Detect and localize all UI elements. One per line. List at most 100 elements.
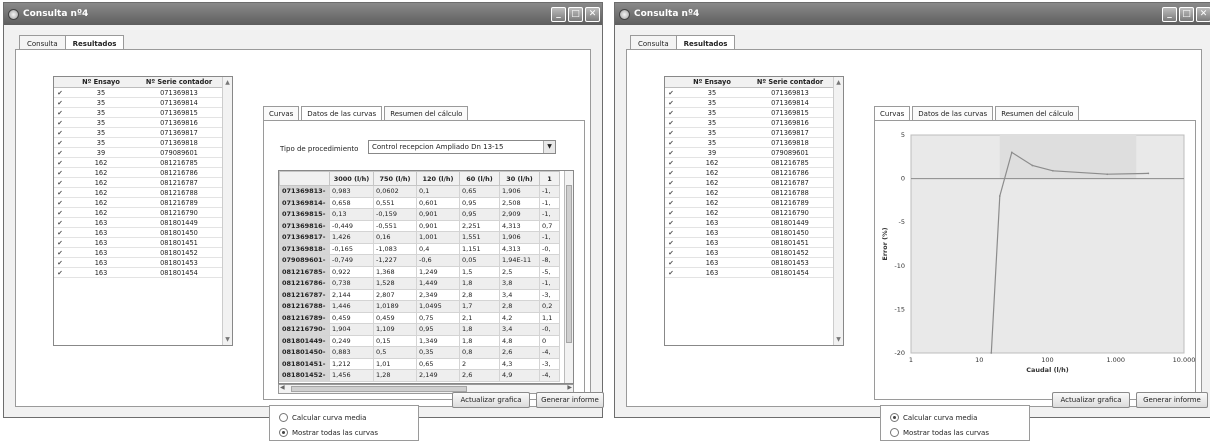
check-icon[interactable]: ✔ bbox=[54, 248, 66, 257]
minimize-button[interactable]: _ bbox=[1162, 6, 1177, 22]
check-icon[interactable]: ✔ bbox=[665, 178, 677, 187]
radio-mostrar[interactable] bbox=[279, 428, 288, 437]
check-icon[interactable]: ✔ bbox=[665, 88, 677, 97]
list-item[interactable]: ✔ 35 071369814 bbox=[665, 98, 843, 108]
list-item[interactable]: ✔ 162 081216790 bbox=[665, 208, 843, 218]
table-row[interactable]: 071369818- -0,165 -1,083 0,4 1,151 4,313 -0, bbox=[279, 242, 560, 255]
list-item[interactable]: ✔ 162 081216786 bbox=[665, 168, 843, 178]
table-row[interactable]: 081216785- 0,922 1,368 1,249 1,5 2,5 -5, bbox=[279, 265, 560, 278]
meter-list[interactable]: Nº Ensayo Nº Serie contador ✔ 35 071369813… bbox=[53, 76, 233, 346]
table-row[interactable]: 081801450- 0,883 0,5 0,35 0,8 2,6 -4, bbox=[279, 346, 560, 359]
column-header[interactable]: 1 bbox=[539, 171, 560, 186]
list-item[interactable]: ✔ 35 071369816 bbox=[665, 118, 843, 128]
scroll-left-icon[interactable]: ◀ bbox=[280, 384, 285, 391]
actualizar-grafica-button[interactable]: Actualizar grafica bbox=[452, 392, 530, 408]
table-row[interactable]: 071369815- 0,13 -0,159 0,901 0,95 2,909 -1, bbox=[279, 208, 560, 221]
check-icon[interactable]: ✔ bbox=[665, 198, 677, 207]
table-row[interactable]: 079089601- -0,749 -1,227 -0,6 0,05 1,94E-11 -8… bbox=[279, 254, 560, 267]
check-icon[interactable]: ✔ bbox=[665, 258, 677, 267]
check-icon[interactable]: ✔ bbox=[54, 198, 66, 207]
check-icon[interactable]: ✔ bbox=[54, 148, 66, 157]
check-icon[interactable]: ✔ bbox=[665, 98, 677, 107]
list-item[interactable]: ✔ 163 081801451 bbox=[665, 238, 843, 248]
list-item[interactable]: ✔ 35 071369813 bbox=[665, 88, 843, 98]
list-item[interactable]: ✔ 163 081801450 bbox=[665, 228, 843, 238]
procedure-select[interactable]: Control recepcion Ampliado Dn 13-15 ▼ bbox=[368, 140, 556, 154]
generar-informe-button[interactable]: Generar informe bbox=[536, 392, 604, 408]
list-item[interactable]: ✔ 163 081801451 bbox=[54, 238, 232, 248]
list-item[interactable]: ✔ 35 071369813 bbox=[54, 88, 232, 98]
table-row[interactable]: 071369814- 0,658 0,551 0,601 0,95 2,508 -1, bbox=[279, 196, 560, 209]
header-ensayo[interactable]: Nº Ensayo bbox=[66, 77, 136, 87]
check-icon[interactable]: ✔ bbox=[54, 128, 66, 137]
check-icon[interactable]: ✔ bbox=[54, 228, 66, 237]
table-row[interactable]: 071369816- -0,449 -0,551 0,901 2,251 4,313 0,7 bbox=[279, 219, 560, 232]
check-icon[interactable]: ✔ bbox=[54, 168, 66, 177]
check-icon[interactable]: ✔ bbox=[54, 218, 66, 227]
chevron-down-icon[interactable]: ▼ bbox=[543, 141, 555, 153]
list-item[interactable]: ✔ 162 081216785 bbox=[665, 158, 843, 168]
list-item[interactable]: ✔ 162 081216789 bbox=[54, 198, 232, 208]
check-icon[interactable]: ✔ bbox=[54, 268, 66, 277]
list-item[interactable]: ✔ 163 081801452 bbox=[54, 248, 232, 258]
check-icon[interactable]: ✔ bbox=[54, 258, 66, 267]
check-icon[interactable]: ✔ bbox=[665, 128, 677, 137]
list-item[interactable]: ✔ 163 081801453 bbox=[54, 258, 232, 268]
list-item[interactable]: ✔ 162 081216787 bbox=[665, 178, 843, 188]
header-serie[interactable]: Nº Serie contador bbox=[136, 77, 222, 87]
list-item[interactable]: ✔ 35 071369814 bbox=[54, 98, 232, 108]
list-item[interactable]: ✔ 163 081801453 bbox=[665, 258, 843, 268]
check-icon[interactable]: ✔ bbox=[54, 208, 66, 217]
column-header[interactable] bbox=[279, 171, 330, 186]
radio-mostrar[interactable] bbox=[890, 428, 899, 437]
check-icon[interactable]: ✔ bbox=[665, 228, 677, 237]
maximize-button[interactable]: □ bbox=[568, 6, 583, 22]
check-icon[interactable]: ✔ bbox=[665, 268, 677, 277]
table-row[interactable]: 081216789- 0,459 0,459 0,75 2,1 4,2 1,1 bbox=[279, 311, 560, 324]
list-item[interactable]: ✔ 35 071369818 bbox=[665, 138, 843, 148]
check-icon[interactable]: ✔ bbox=[54, 158, 66, 167]
column-header[interactable]: 750 (l/h) bbox=[373, 171, 417, 186]
list-item[interactable]: ✔ 162 081216790 bbox=[54, 208, 232, 218]
table-row[interactable]: 081216786- 0,738 1,528 1,449 1,8 3,8 -1, bbox=[279, 277, 560, 290]
maximize-button[interactable]: □ bbox=[1179, 6, 1194, 22]
check-icon[interactable]: ✔ bbox=[665, 188, 677, 197]
check-icon[interactable]: ✔ bbox=[54, 138, 66, 147]
close-button[interactable]: ✕ bbox=[1196, 6, 1210, 22]
list-item[interactable]: ✔ 35 071369817 bbox=[54, 128, 232, 138]
check-icon[interactable]: ✔ bbox=[54, 108, 66, 117]
option-mostrar[interactable]: Mostrar todas las curvas bbox=[279, 428, 378, 437]
column-header[interactable]: 120 (l/h) bbox=[416, 171, 460, 186]
check-icon[interactable]: ✔ bbox=[665, 168, 677, 177]
list-item[interactable]: ✔ 162 081216788 bbox=[54, 188, 232, 198]
close-button[interactable]: ✕ bbox=[585, 6, 600, 22]
list-item[interactable]: ✔ 163 081801454 bbox=[665, 268, 843, 278]
column-header[interactable]: 30 (l/h) bbox=[499, 171, 540, 186]
list-item[interactable]: ✔ 35 071369816 bbox=[54, 118, 232, 128]
column-header[interactable]: 60 (l/h) bbox=[459, 171, 500, 186]
list-item[interactable]: ✔ 163 081801449 bbox=[54, 218, 232, 228]
table-row[interactable]: 081801449- 0,249 0,15 1,349 1,8 4,8 0 bbox=[279, 334, 560, 347]
check-icon[interactable]: ✔ bbox=[54, 178, 66, 187]
list-item[interactable]: ✔ 163 081801450 bbox=[54, 228, 232, 238]
list-item[interactable]: ✔ 35 071369818 bbox=[54, 138, 232, 148]
check-icon[interactable]: ✔ bbox=[665, 208, 677, 217]
minimize-button[interactable]: _ bbox=[551, 6, 566, 22]
data-grid[interactable]: 3000 (l/h) 750 (l/h) 120 (l/h) 60 (l/h) 30 (… bbox=[278, 170, 574, 384]
header-serie[interactable]: Nº Serie contador bbox=[747, 77, 833, 87]
list-item[interactable]: ✔ 39 079089601 bbox=[665, 148, 843, 158]
option-mostrar[interactable]: Mostrar todas las curvas bbox=[890, 428, 989, 437]
list-item[interactable]: ✔ 35 071369817 bbox=[665, 128, 843, 138]
check-icon[interactable]: ✔ bbox=[665, 118, 677, 127]
table-row[interactable]: 081801451- 1,212 1,01 0,65 2 4,3 -3, bbox=[279, 357, 560, 370]
table-row[interactable]: 081216788- 1,446 1,0189 1,0495 1,7 2,8 0,2 bbox=[279, 300, 560, 313]
list-item[interactable]: ✔ 162 081216788 bbox=[665, 188, 843, 198]
list-item[interactable]: ✔ 35 071369815 bbox=[54, 108, 232, 118]
table-row[interactable]: 081216790- 1,904 1,109 0,95 1,8 3,4 -0, bbox=[279, 323, 560, 336]
check-icon[interactable]: ✔ bbox=[665, 248, 677, 257]
list-scrollbar[interactable]: ▲ ▼ bbox=[833, 77, 843, 345]
scroll-right-icon[interactable]: ▶ bbox=[567, 384, 572, 391]
check-icon[interactable]: ✔ bbox=[54, 98, 66, 107]
check-icon[interactable]: ✔ bbox=[54, 238, 66, 247]
check-icon[interactable]: ✔ bbox=[665, 148, 677, 157]
